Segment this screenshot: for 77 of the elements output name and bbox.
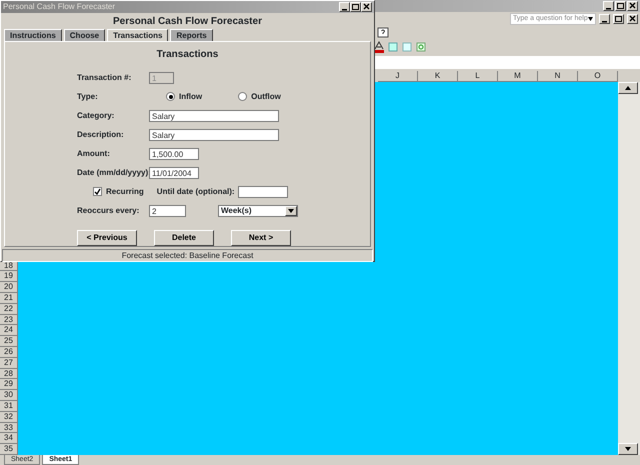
row-header[interactable]: 21 xyxy=(0,293,18,304)
status-bar: Forecast selected: Baseline Forecast xyxy=(2,249,373,262)
input-field[interactable]: Salary xyxy=(149,128,279,140)
check-icon xyxy=(94,188,101,195)
row-header[interactable]: 30 xyxy=(0,390,18,402)
field-label: Amount: xyxy=(77,148,111,160)
field-label: Transaction #: xyxy=(77,72,132,84)
field-label: Date (mm/dd/yyyy): xyxy=(77,166,149,178)
dialog-button[interactable]: < Previous xyxy=(77,230,137,246)
row-header[interactable]: 28 xyxy=(0,368,18,380)
row-header[interactable]: 25 xyxy=(0,336,18,348)
font-color-icon[interactable] xyxy=(374,41,384,53)
row-header[interactable]: 24 xyxy=(0,325,18,336)
row-header[interactable]: 22 xyxy=(0,304,18,315)
tab[interactable]: Choose xyxy=(64,29,106,41)
row-header[interactable]: 27 xyxy=(0,358,18,369)
close-icon xyxy=(362,3,371,11)
dialog-button[interactable]: Next > xyxy=(231,230,291,246)
row-header[interactable]: 20 xyxy=(0,282,18,294)
tab[interactable]: Transactions xyxy=(107,29,168,42)
column-header[interactable]: M xyxy=(498,71,538,82)
close-button[interactable] xyxy=(361,2,372,12)
input-field[interactable]: 1,500.00 xyxy=(149,148,199,160)
radio-label: Outflow xyxy=(251,90,281,102)
column-header[interactable]: J xyxy=(378,71,418,82)
row-header[interactable]: 33 xyxy=(0,422,18,434)
input-field[interactable]: 2 xyxy=(149,204,186,216)
refresh-icon[interactable] xyxy=(416,42,426,52)
dropdown-icon xyxy=(288,208,294,212)
field-label: Reoccurs every: xyxy=(77,204,140,216)
maximize-icon xyxy=(351,3,360,11)
maximize-button[interactable] xyxy=(613,14,624,24)
window-title: Personal Cash Flow Forecaster xyxy=(3,1,116,13)
tab[interactable]: Instructions xyxy=(4,29,62,41)
row-header[interactable]: 31 xyxy=(0,401,18,412)
minimize-button[interactable] xyxy=(599,14,610,24)
minimize-button[interactable] xyxy=(339,2,350,12)
vertical-scrollbar[interactable] xyxy=(618,82,640,455)
close-icon xyxy=(628,15,637,23)
scroll-up-icon xyxy=(625,86,631,90)
close-button[interactable] xyxy=(627,14,638,24)
close-icon xyxy=(628,2,637,10)
column-header[interactable]: N xyxy=(538,71,578,82)
radio-button[interactable] xyxy=(166,92,175,101)
field-label: Type: xyxy=(77,90,99,102)
column-header[interactable]: O xyxy=(578,71,618,82)
dropdown-icon xyxy=(588,17,593,21)
checkbox-label: Recurring xyxy=(106,186,144,198)
row-header[interactable]: 29 xyxy=(0,379,18,390)
input-field[interactable]: Salary xyxy=(149,110,279,122)
row-header[interactable]: 34 xyxy=(0,433,18,444)
field-label: Description: xyxy=(77,128,125,140)
field-label: Category: xyxy=(77,110,116,122)
input-field[interactable] xyxy=(238,186,288,198)
app-heading: Personal Cash Flow Forecaster xyxy=(112,15,263,29)
checkbox[interactable] xyxy=(93,187,102,196)
row-header[interactable]: 23 xyxy=(0,314,18,326)
column-header[interactable]: L xyxy=(458,71,498,82)
column-header[interactable]: K xyxy=(418,71,458,82)
row-header[interactable]: 35 xyxy=(0,444,18,455)
maximize-button[interactable] xyxy=(615,1,626,11)
scroll-down-icon xyxy=(625,447,631,451)
field-label: Until date (optional): xyxy=(156,186,235,198)
minimize-button[interactable] xyxy=(603,1,614,11)
dropdown[interactable]: Week(s) xyxy=(218,204,298,216)
close-button[interactable] xyxy=(627,1,638,11)
dialog-button[interactable]: Delete xyxy=(154,230,214,246)
radio-button[interactable] xyxy=(238,92,248,101)
row-header[interactable]: 19 xyxy=(0,271,18,282)
input-field[interactable]: 11/01/2004 xyxy=(149,166,199,178)
maximize-button[interactable] xyxy=(350,2,361,12)
panel-title: Transactions xyxy=(156,48,220,62)
tab[interactable]: Reports xyxy=(170,29,213,41)
row-header[interactable]: 26 xyxy=(0,347,18,358)
help-icon[interactable] xyxy=(377,27,391,39)
radio-label: Inflow xyxy=(179,90,202,102)
row-header[interactable]: 32 xyxy=(0,412,18,423)
